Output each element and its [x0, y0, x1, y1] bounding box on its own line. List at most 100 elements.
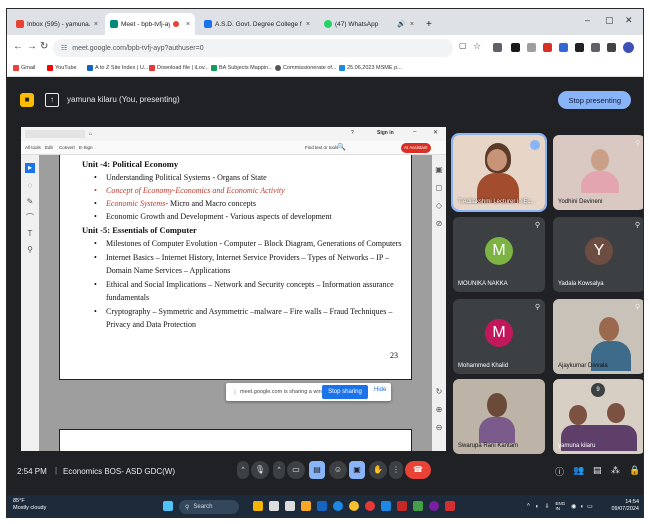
minimize-icon[interactable]: – — [585, 15, 590, 25]
attach-icon[interactable]: ⊘ — [434, 219, 444, 229]
forward-icon[interactable]: → — [27, 41, 37, 52]
microphone-icon[interactable]: 🎙 — [251, 461, 269, 479]
mic-options-icon[interactable]: ^ — [237, 461, 249, 479]
taskbar-app-icon[interactable] — [365, 501, 375, 511]
bookmark-msme[interactable]: 25.06.2023 MSME p... — [339, 65, 402, 71]
close-tab-icon[interactable]: × — [94, 21, 98, 28]
back-icon[interactable]: ← — [13, 41, 23, 52]
cast-icon[interactable]: ▢ — [459, 41, 467, 50]
tool-convert[interactable]: Convert — [59, 145, 75, 150]
tool-all-tools[interactable]: All tools — [25, 145, 41, 150]
minimize-icon[interactable]: – — [413, 129, 416, 135]
zoom-out-icon[interactable]: ⊖ — [434, 423, 444, 433]
captions-icon[interactable]: ▤ — [309, 461, 325, 479]
url-input[interactable]: ☷ meet.google.com/bpb-tvfj-ayp?authuser=… — [53, 39, 453, 57]
extension-icon[interactable] — [511, 43, 520, 52]
lasso-icon[interactable]: ⌒ — [25, 213, 35, 223]
star-icon[interactable]: ☆ — [473, 41, 481, 52]
text-icon[interactable]: T — [25, 229, 35, 239]
bookmark-gmail[interactable]: Gmail — [13, 65, 35, 71]
activities-icon[interactable]: ⁂ — [611, 465, 620, 476]
info-icon[interactable]: ⓘ — [555, 465, 564, 478]
sidebar-icon[interactable]: ▣ — [434, 165, 444, 175]
extension-icon[interactable] — [575, 43, 584, 52]
tab-whatsapp[interactable]: (47) WhatsApp 🔊 × — [319, 13, 419, 35]
ai-assistant-button[interactable]: AI Assistant — [401, 143, 431, 153]
taskbar-app-icon[interactable] — [253, 501, 263, 511]
battery-icon[interactable]: ▭ — [587, 504, 593, 510]
chevron-up-icon[interactable]: ^ — [527, 504, 530, 510]
bookmark-icon[interactable]: ◇ — [434, 201, 444, 211]
participant-tile[interactable]: M ⚲ MOUNIKA NAKKA — [453, 217, 545, 292]
extension-icon[interactable] — [527, 43, 536, 52]
usb-icon[interactable]: ⇩ — [545, 504, 550, 510]
taskbar-clock[interactable]: 14:54 09/07/2024 — [611, 499, 639, 513]
participant-tile[interactable]: ⚲ Yodhini Devineni — [553, 135, 643, 210]
participant-tile[interactable]: M ⚲ Mohammed Khalid — [453, 299, 545, 374]
taskbar-app-icon[interactable] — [269, 501, 279, 511]
bookmark-site-index[interactable]: A to Z Site Index | U... — [87, 65, 148, 71]
reload-icon[interactable]: ↻ — [40, 41, 48, 52]
raise-hand-icon[interactable]: ✋ — [369, 461, 387, 479]
mute-tab-icon[interactable]: 🔊 — [397, 20, 406, 28]
home-icon[interactable]: ⌂ — [89, 131, 92, 137]
zoom-icon[interactable]: ⊕ — [434, 405, 444, 415]
windows-start-icon[interactable] — [163, 501, 173, 511]
taskbar-app-icon[interactable] — [317, 501, 327, 511]
tool-esign[interactable]: E-Sign — [79, 145, 93, 150]
acrobat-icon[interactable] — [445, 501, 455, 511]
extension-icon[interactable] — [543, 43, 552, 52]
site-info-icon[interactable]: ☷ — [61, 44, 67, 52]
wifi-icon[interactable]: ◉ — [571, 504, 576, 510]
stop-sharing-button[interactable]: Stop sharing — [322, 385, 368, 399]
sidepanel-icon[interactable] — [607, 43, 616, 52]
tool-edit[interactable]: Edit — [45, 145, 53, 150]
participant-tile[interactable]: 9 yamuna kilaru — [553, 379, 643, 454]
tab-meet[interactable]: Meet - bpb-tvfj-ayp × — [105, 13, 195, 35]
taskbar-app-icon[interactable] — [413, 501, 423, 511]
stop-presenting-button[interactable]: Stop presenting — [558, 91, 631, 109]
people-icon[interactable]: 👥 — [573, 465, 584, 476]
help-icon[interactable]: ? — [351, 130, 354, 136]
pen-icon[interactable]: ✎ — [25, 197, 35, 207]
stamp-icon[interactable]: ⚲ — [25, 245, 35, 255]
emoji-icon[interactable]: ☺ — [329, 461, 347, 479]
bookmark-ba-subjects[interactable]: BA Subjects Mappin... — [211, 65, 273, 71]
participant-tile[interactable]: ⚲ Ajaykumar Divvala — [553, 299, 643, 374]
present-now-icon[interactable]: ▣ — [349, 461, 365, 479]
hide-link[interactable]: Hide — [374, 387, 386, 393]
more-options-icon[interactable]: ⋮ — [389, 461, 403, 479]
puzzle-icon[interactable] — [591, 43, 600, 52]
camera-icon[interactable]: ▭ — [287, 461, 305, 479]
chat-icon[interactable]: ▤ — [593, 465, 602, 476]
participant-tile[interactable]: Y ⚲ Yadala Kowsalya — [553, 217, 643, 292]
search-icon[interactable]: 🔍 — [337, 143, 346, 151]
volume-icon[interactable]: ◖ — [580, 504, 584, 510]
taskbar-search[interactable]: ⚲ Search — [179, 500, 239, 514]
close-window-icon[interactable]: ✕ — [625, 15, 633, 26]
taskbar-app-icon[interactable] — [381, 501, 391, 511]
select-tool-icon[interactable]: ▸ — [25, 163, 35, 173]
close-tab-icon[interactable]: × — [410, 21, 414, 28]
tab-college[interactable]: A.S.D. Govt. Degree College fo × — [199, 13, 315, 35]
sign-in-link[interactable]: Sign in — [377, 130, 394, 136]
bookmark-commissionerate[interactable]: Commissionerate of... — [275, 65, 337, 71]
maximize-icon[interactable]: ▢ — [605, 15, 614, 26]
bookmark-youtube[interactable]: YouTube — [47, 65, 77, 71]
edge-icon[interactable] — [333, 501, 343, 511]
leave-call-button[interactable]: ☎ — [405, 461, 431, 479]
weather-widget[interactable]: 85°F Mostly cloudy — [13, 498, 46, 512]
camera-options-icon[interactable]: ^ — [273, 461, 285, 479]
find-text-input[interactable]: Find text or tools — [305, 145, 338, 150]
drag-handle-icon[interactable]: ⋮ — [232, 389, 238, 396]
comment-icon[interactable]: ◌ — [25, 181, 35, 191]
profile-avatar[interactable] — [623, 42, 634, 53]
tab-gmail[interactable]: Inbox (595) - yamuna.kilaru@c × — [11, 13, 103, 35]
taskbar-app-icon[interactable] — [397, 501, 407, 511]
pdf-tab[interactable] — [25, 130, 85, 138]
participant-tile[interactable]: T.Adilakshmi Lecturer in Ec... — [451, 133, 547, 212]
close-tab-icon[interactable]: × — [306, 21, 310, 28]
host-controls-icon[interactable]: 🔒 — [629, 465, 640, 476]
file-explorer-icon[interactable] — [301, 501, 311, 511]
chrome-icon[interactable] — [349, 501, 359, 511]
